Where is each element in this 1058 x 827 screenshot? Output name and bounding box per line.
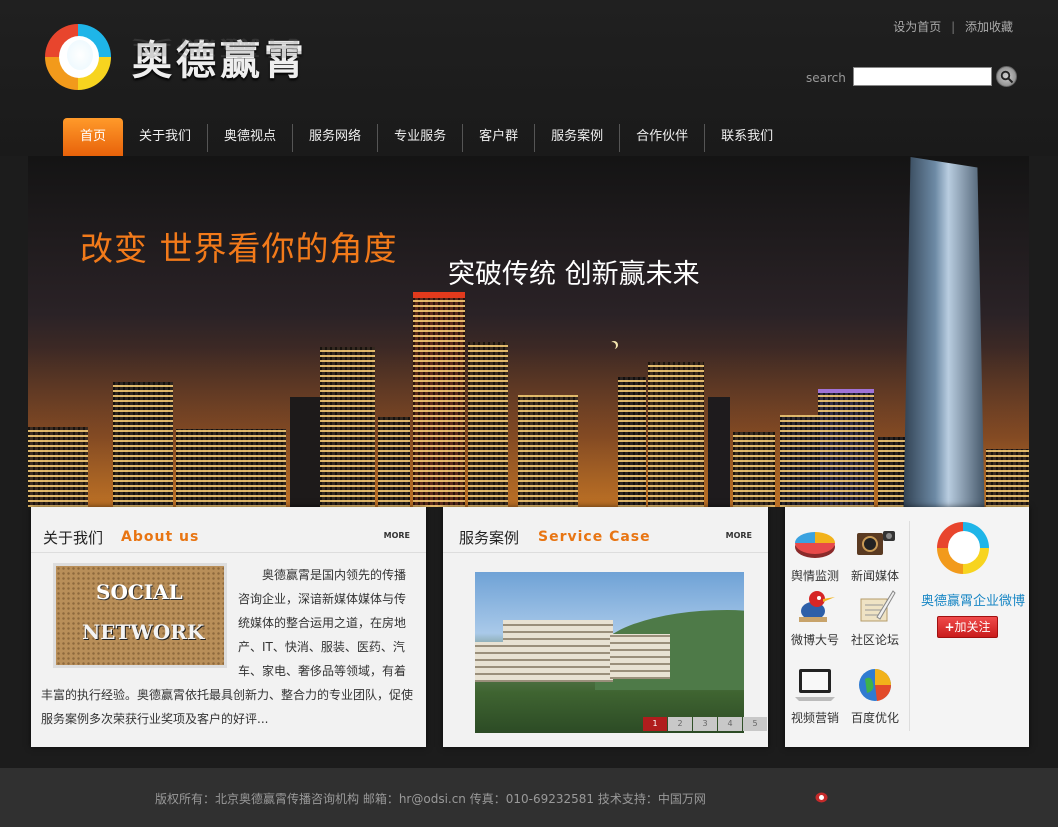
moon-icon: [608, 342, 616, 350]
add-favorite-link[interactable]: 添加收藏: [965, 20, 1013, 34]
banner-slogan: 改变 世界看你的角度: [80, 229, 398, 268]
top-links-separator: |: [951, 20, 956, 34]
service-sentiment[interactable]: 舆情监测: [785, 523, 845, 584]
service-label: 微博大号: [790, 633, 839, 647]
service-weibo-accounts[interactable]: 微博大号: [785, 587, 845, 648]
search-input[interactable]: [853, 67, 992, 86]
weibo-name-link[interactable]: 奥德赢霄企业微博: [921, 590, 1025, 609]
pager-dot[interactable]: 3: [693, 717, 717, 731]
follow-button[interactable]: +加关注: [937, 616, 998, 638]
service-label: 视频营销: [790, 711, 839, 725]
logo-reflection: 奥德赢霄: [132, 36, 308, 59]
about-panel: 关于我们 About us MORE SOCIAL NETWORK 奥德赢霄是国…: [31, 507, 426, 747]
police-badge-icon[interactable]: [815, 792, 828, 803]
about-title-en: About us: [121, 529, 200, 545]
cases-title: 服务案例: [459, 529, 520, 547]
camera-icon: [853, 523, 897, 563]
about-title: 关于我们: [43, 529, 104, 547]
nav-item-partners[interactable]: 合作伙伴: [620, 118, 704, 156]
nav-item-network[interactable]: 服务网络: [293, 118, 377, 156]
pager-dot[interactable]: 4: [718, 717, 742, 731]
pie-chart-icon: [793, 523, 837, 563]
logo-icon[interactable]: [45, 24, 111, 90]
plus-icon: +: [944, 620, 955, 634]
footer-text: 版权所有：北京奥德赢霄传播咨询机构 邮箱：hr@odsi.cn 传真：010-6…: [155, 792, 706, 806]
nav-item-home[interactable]: 首页: [63, 118, 124, 156]
services-panel: 舆情监测 新闻媒体 微博大号 社区论坛 视频营销 百度优化 奥德赢霄企业微博 +…: [785, 507, 1029, 747]
cases-more-link[interactable]: MORE: [726, 531, 752, 540]
about-text-block: 奥德赢霄是国内领先的传播咨询企业，深谙新媒体媒体与传统媒体的整合运用之道，在房地…: [41, 563, 417, 731]
cases-panel-header: 服务案例 Service Case MORE: [443, 507, 768, 553]
case-photo[interactable]: [475, 572, 744, 733]
banner-subslogan: 突破传统 创新赢未来: [448, 259, 700, 290]
scroll-quill-icon: [853, 587, 897, 627]
case-slider-pager: 1 2 3 4 5: [643, 717, 768, 731]
about-more-link[interactable]: MORE: [384, 531, 410, 540]
service-community-forum[interactable]: 社区论坛: [845, 587, 905, 648]
top-links: 设为首页 | 添加收藏: [893, 18, 1013, 35]
weibo-logo-icon[interactable]: [937, 522, 989, 574]
cases-panel: 服务案例 Service Case MORE 1 2 3 4 5: [443, 507, 768, 747]
service-label: 百度优化: [850, 711, 899, 725]
woodpecker-icon: [793, 587, 837, 627]
footer: 版权所有：北京奥德赢霄传播咨询机构 邮箱：hr@odsi.cn 传真：010-6…: [0, 768, 1058, 827]
service-label: 社区论坛: [850, 633, 899, 647]
service-baidu-seo[interactable]: 百度优化: [845, 665, 905, 726]
side-divider: [909, 521, 910, 731]
nav-item-clients[interactable]: 客户群: [463, 118, 534, 156]
main-nav: 首页 关于我们 奥德视点 服务网络 专业服务 客户群 服务案例 合作伙伴 联系我…: [63, 118, 789, 156]
nav-item-about[interactable]: 关于我们: [123, 118, 207, 156]
laptop-icon: [793, 665, 837, 705]
nav-item-cases[interactable]: 服务案例: [535, 118, 619, 156]
service-video-marketing[interactable]: 视频营销: [785, 665, 845, 726]
pager-dot[interactable]: 1: [643, 717, 667, 731]
search-icon: [1000, 70, 1014, 84]
service-news-media[interactable]: 新闻媒体: [845, 523, 905, 584]
about-panel-header: 关于我们 About us MORE: [31, 507, 426, 553]
pager-dot[interactable]: 2: [668, 717, 692, 731]
nav-item-contact[interactable]: 联系我们: [705, 118, 789, 156]
search-label: search: [806, 71, 846, 85]
globe-chart-icon: [853, 665, 897, 705]
pager-dot[interactable]: 5: [743, 717, 767, 731]
nav-item-services[interactable]: 专业服务: [378, 118, 462, 156]
nav-item-viewpoint[interactable]: 奥德视点: [208, 118, 292, 156]
hero-banner[interactable]: 改变 世界看你的角度 突破传统 创新赢未来: [28, 156, 1029, 507]
service-label: 新闻媒体: [850, 569, 899, 583]
service-label: 舆情监测: [790, 569, 839, 583]
header: 奥德赢霄 奥德赢霄 设为首页 | 添加收藏 search 首页 关于我们 奥德视…: [0, 0, 1058, 156]
set-homepage-link[interactable]: 设为首页: [893, 20, 941, 34]
cases-title-en: Service Case: [538, 529, 651, 545]
follow-label: 加关注: [954, 620, 991, 634]
search-button[interactable]: [996, 66, 1017, 87]
